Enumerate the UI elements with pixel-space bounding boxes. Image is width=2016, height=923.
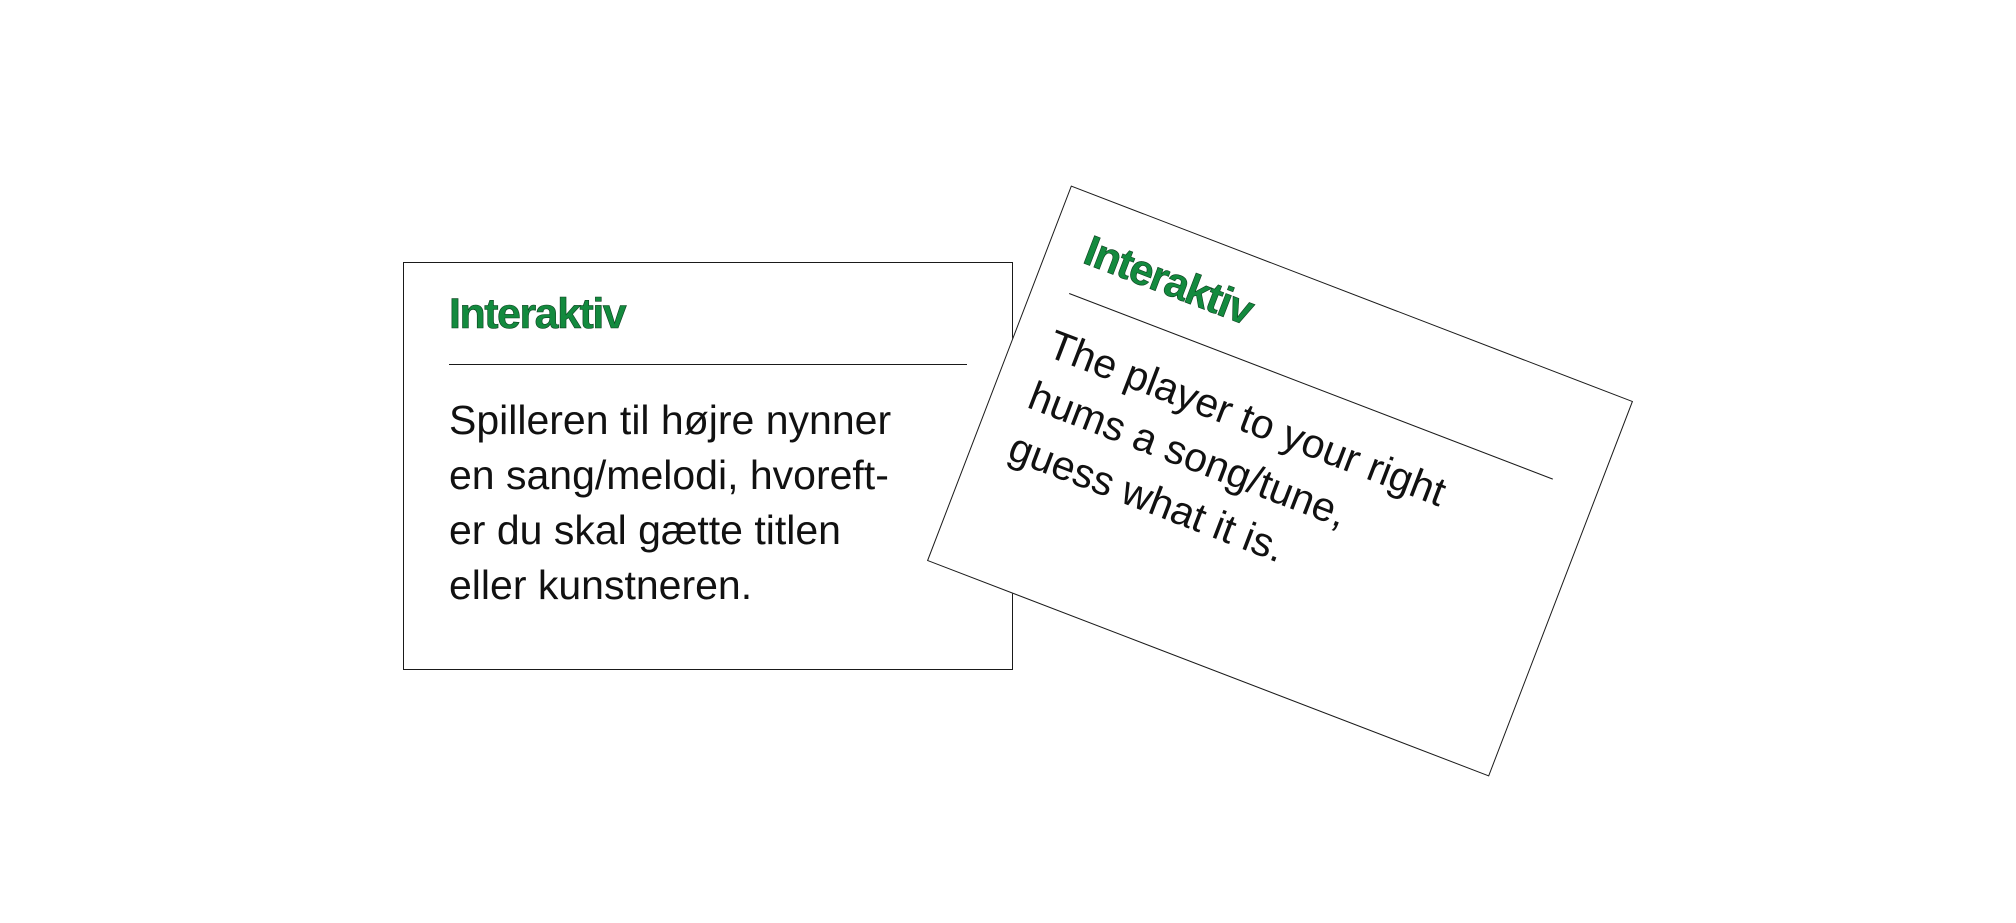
card-body-text: The player to your right hums a song/tun… [1002, 321, 1453, 572]
card-english: Interaktiv The player to your right hums… [926, 185, 1634, 777]
card-title: Interaktiv [1077, 226, 1260, 335]
card-divider [449, 364, 967, 365]
card-danish: Interaktiv Spilleren til højre nynner en… [403, 262, 1013, 670]
card-body-text: Spilleren til højre nynner en sang/melod… [449, 397, 892, 608]
card-title: Interaktiv [449, 290, 627, 338]
